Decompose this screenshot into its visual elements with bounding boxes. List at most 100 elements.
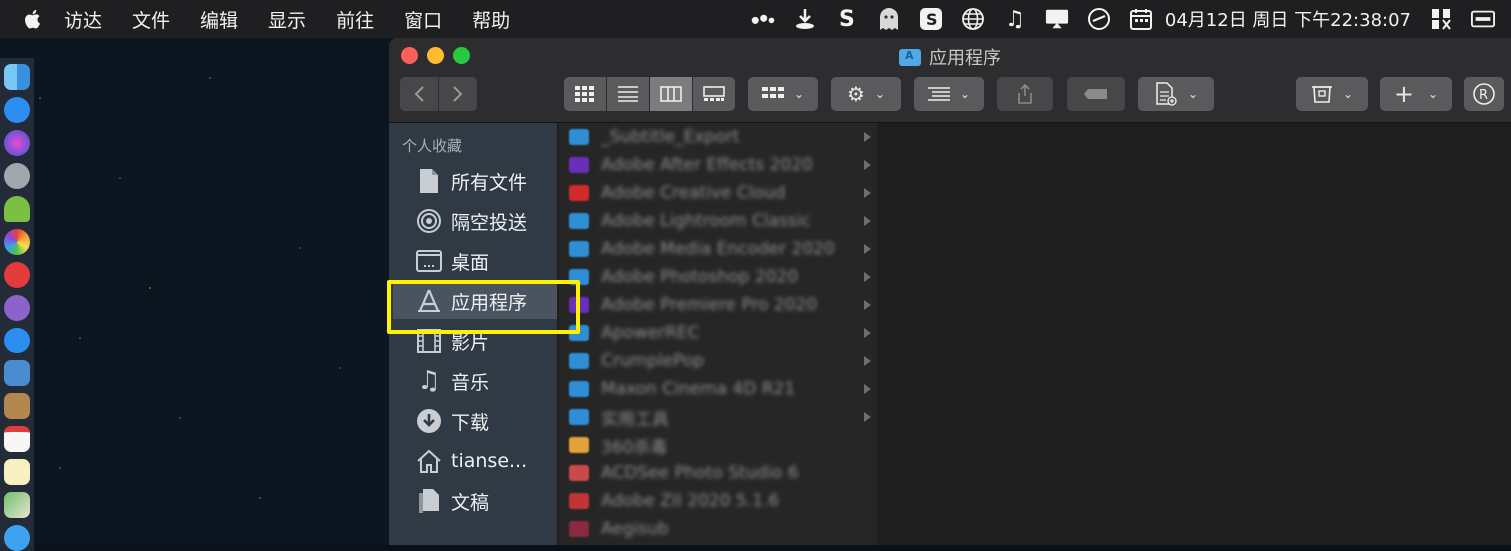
launchpad-icon[interactable] — [4, 162, 30, 189]
sidebar-item-downloads[interactable]: 下载 — [393, 403, 557, 439]
sidebar-item-desktop[interactable]: 桌面 — [393, 243, 557, 279]
siri-icon[interactable] — [4, 129, 30, 156]
calendar-icon[interactable] — [1129, 7, 1153, 31]
list-item[interactable]: Aegisub — [559, 515, 877, 543]
sidebar-item-label: 音乐 — [451, 371, 490, 394]
tag-button[interactable] — [1067, 77, 1125, 111]
ghost-icon[interactable] — [877, 7, 901, 31]
menu-help[interactable]: 帮助 — [472, 6, 510, 33]
gallery-view-button[interactable] — [693, 77, 735, 111]
messages-icon[interactable] — [4, 525, 30, 551]
list-item[interactable]: Adobe Media Encoder 2020 — [559, 235, 877, 263]
safari-icon[interactable] — [4, 327, 30, 354]
display-icon[interactable] — [1045, 7, 1069, 31]
menu-edit[interactable]: 编辑 — [200, 6, 238, 33]
notes-icon[interactable] — [4, 459, 30, 486]
file-column: _Subtitle_Export Adobe After Effects 2020… — [559, 123, 877, 545]
list-item[interactable]: Maxon Cinema 4D R21 — [559, 375, 877, 403]
sidebar-item-documents[interactable]: 文稿 — [393, 483, 557, 519]
android-icon[interactable] — [4, 195, 30, 222]
folder-icon — [569, 465, 589, 481]
list-item[interactable]: Adobe ZII 2020 5.1.6 — [559, 487, 877, 515]
list-item[interactable]: 实用工具 — [559, 403, 877, 431]
music-note-icon[interactable]: ♫ — [1003, 7, 1027, 32]
color-wheel-icon[interactable] — [4, 228, 30, 255]
sort-button[interactable]: ⌄ — [914, 77, 984, 111]
preview-icon[interactable] — [4, 360, 30, 387]
documents-icon — [415, 487, 443, 515]
calendar-app-icon[interactable] — [4, 426, 30, 453]
list-view-button[interactable] — [607, 77, 649, 111]
chevron-down-icon: ⌄ — [874, 87, 885, 101]
window-icon[interactable] — [1471, 7, 1495, 31]
app-store-icon[interactable] — [4, 96, 30, 123]
icon-view-button[interactable] — [564, 77, 606, 111]
sidebar-item-label: 下载 — [451, 411, 490, 434]
svg-text:S: S — [926, 10, 938, 29]
file-name: Aegisub — [601, 519, 669, 539]
folder-icon — [569, 409, 589, 425]
list-item[interactable]: _Subtitle_Export — [559, 123, 877, 151]
purple-app-icon[interactable] — [4, 294, 30, 321]
file-name: Adobe Lightroom Classic — [601, 211, 811, 231]
folder-icon — [569, 129, 589, 145]
clock[interactable]: 04月12日 周日 下午22:38:07 — [1165, 6, 1411, 32]
apple-menu-icon[interactable] — [24, 7, 44, 31]
dots-icon[interactable] — [751, 7, 775, 31]
chevron-down-icon: ⌄ — [1428, 87, 1439, 101]
vpn-icon[interactable] — [1087, 7, 1111, 31]
list-item[interactable]: Adobe Photoshop 2020 — [559, 263, 877, 291]
finder-icon[interactable] — [4, 64, 30, 90]
menu-extra-icon[interactable] — [1429, 7, 1453, 31]
menu-go[interactable]: 前往 — [336, 6, 374, 33]
sidebar-item-all-files[interactable]: 所有文件 — [393, 163, 557, 199]
list-item[interactable]: Adobe Premiere Pro 2020 — [559, 291, 877, 319]
sidebar-item-label: tianse... — [451, 450, 528, 472]
menu-window[interactable]: 窗口 — [404, 6, 442, 33]
menu-file[interactable]: 文件 — [132, 6, 170, 33]
maps-icon[interactable] — [4, 492, 30, 519]
globe-icon[interactable] — [961, 7, 985, 31]
download-icon — [415, 407, 443, 435]
music-icon: ♫ — [417, 366, 441, 396]
list-item[interactable]: 360杀毒 — [559, 431, 877, 459]
folder-icon — [569, 213, 589, 229]
chevron-down-icon: ⌄ — [959, 87, 971, 101]
list-item[interactable]: Adobe Creative Cloud — [559, 179, 877, 207]
list-item[interactable]: Adobe Lightroom Classic — [559, 207, 877, 235]
share-button[interactable] — [997, 77, 1053, 111]
folder-icon — [569, 157, 589, 173]
forward-button[interactable] — [439, 77, 477, 111]
s-icon[interactable]: S — [835, 7, 859, 32]
back-button[interactable] — [400, 77, 438, 111]
sidebar: 个人收藏 所有文件 隔空投送 桌面 应用程序 影片 ♫ 音乐 下载 tianse… — [389, 123, 557, 545]
sidebar-item-label: 文稿 — [451, 491, 490, 514]
window-title-label: 应用程序 — [929, 48, 1001, 69]
menu-finder[interactable]: 访达 — [64, 6, 102, 33]
menu-view[interactable]: 显示 — [268, 6, 306, 33]
list-item[interactable]: CrumplePop — [559, 347, 877, 375]
archive-button[interactable]: ⌄ — [1296, 77, 1368, 111]
add-button[interactable]: + ⌄ — [1380, 77, 1452, 111]
new-file-button[interactable]: ⌄ — [1138, 77, 1214, 111]
download-icon[interactable] — [793, 7, 817, 31]
contacts-icon[interactable] — [4, 393, 30, 420]
column-view-button[interactable] — [650, 77, 692, 111]
registered-button[interactable]: R — [1464, 77, 1504, 111]
gear-icon: ⚙ — [847, 82, 865, 106]
sougou-icon[interactable]: S — [919, 7, 943, 31]
group-button[interactable]: ⌄ — [748, 77, 818, 111]
desktop-icon — [415, 247, 443, 275]
sidebar-item-home[interactable]: tianse... — [393, 443, 557, 479]
file-name: Adobe After Effects 2020 — [601, 155, 813, 175]
sidebar-header: 个人收藏 — [402, 137, 463, 155]
file-name: Adobe Creative Cloud — [601, 183, 786, 203]
red-app-icon[interactable] — [4, 261, 30, 288]
file-name: 实用工具 — [601, 409, 669, 430]
list-item[interactable]: ACDSee Photo Studio 6 — [559, 459, 877, 487]
list-item[interactable]: Adobe After Effects 2020 — [559, 151, 877, 179]
action-button[interactable]: ⚙ ⌄ — [831, 77, 901, 111]
sidebar-item-airdrop[interactable]: 隔空投送 — [393, 203, 557, 239]
list-item[interactable]: ApowerREC — [559, 319, 877, 347]
sidebar-item-music[interactable]: ♫ 音乐 — [393, 363, 557, 399]
